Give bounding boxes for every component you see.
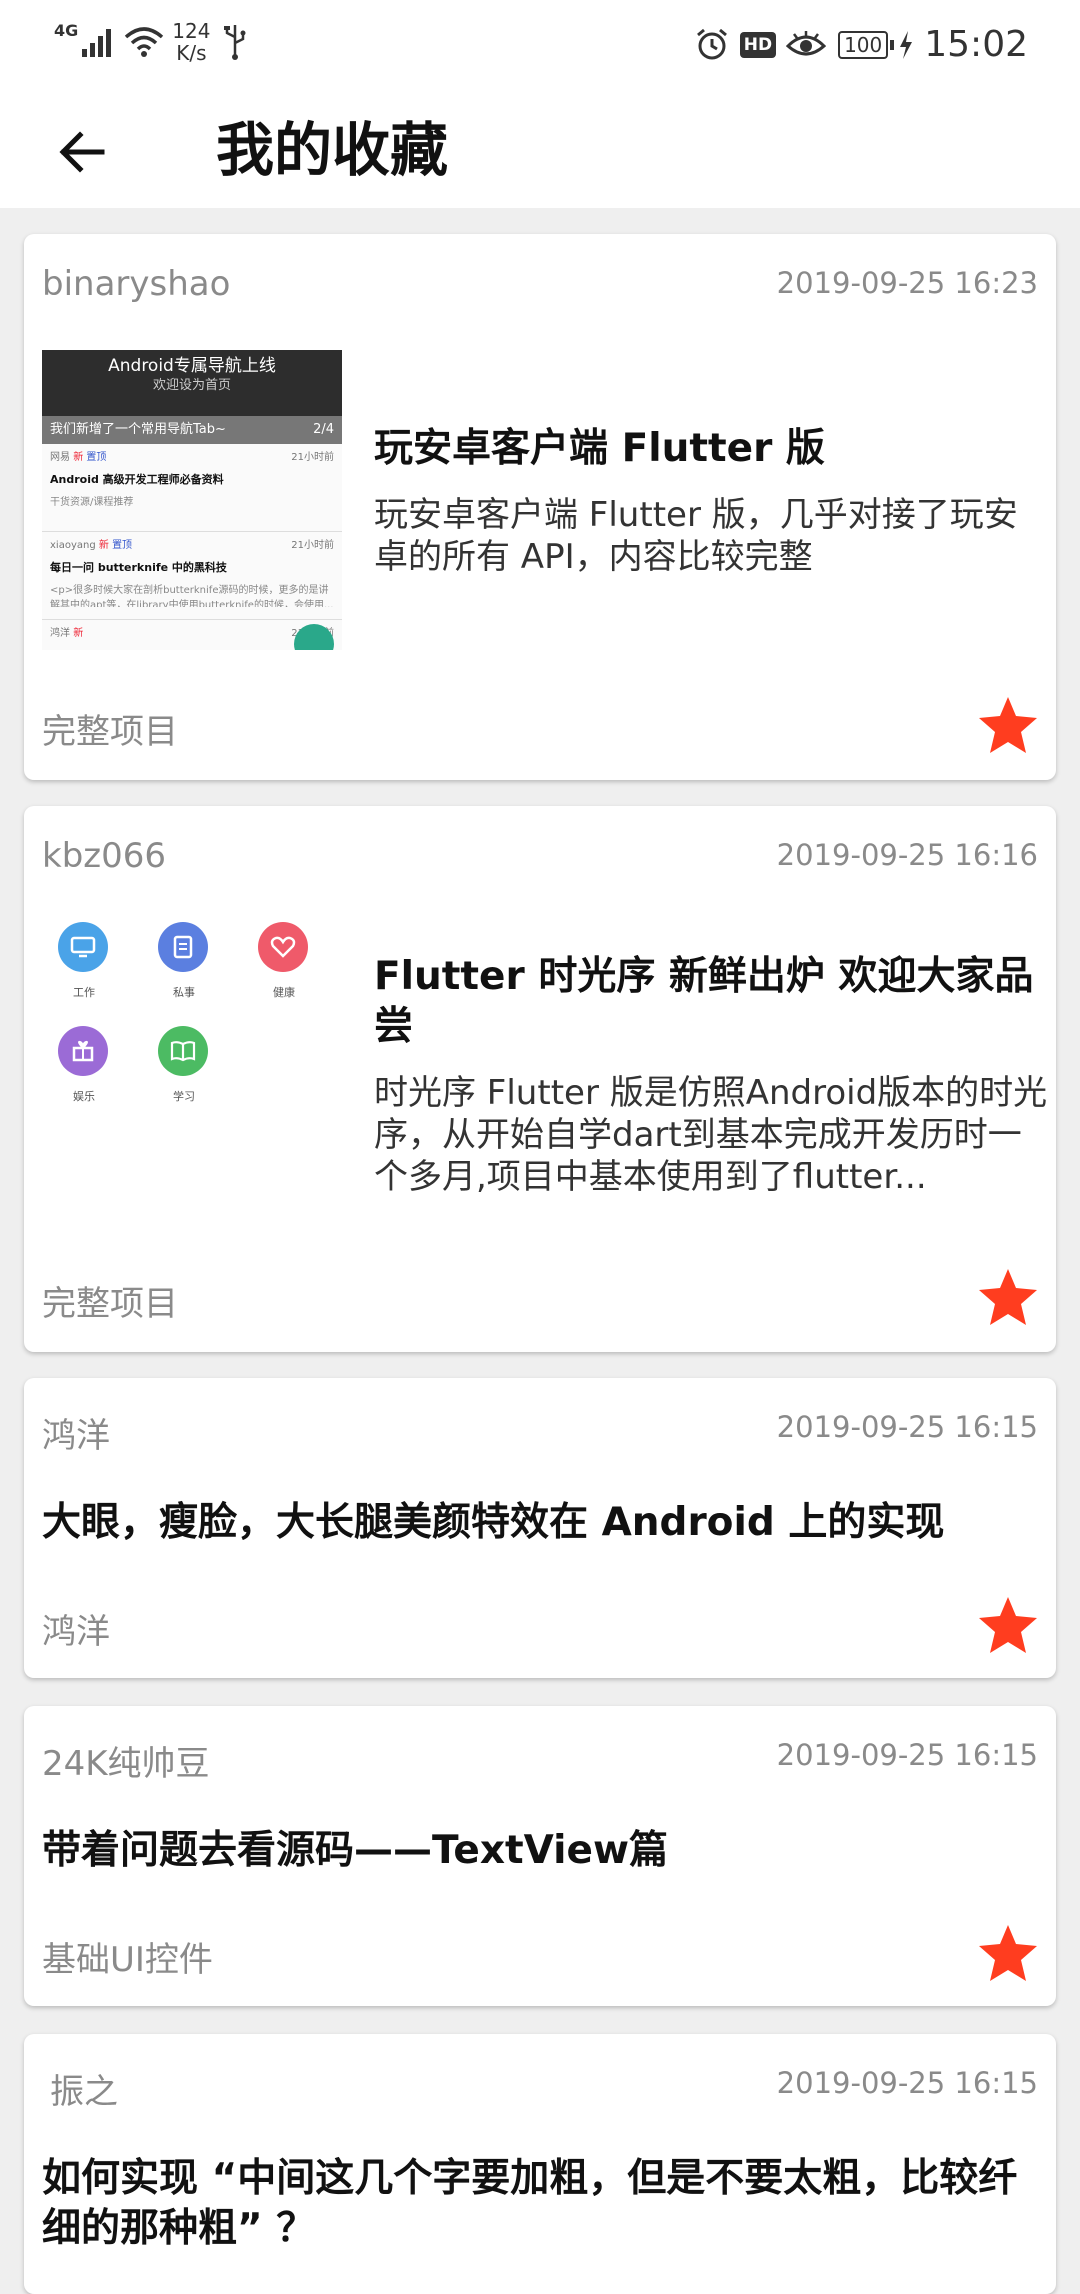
collect-card[interactable]: 鸿洋 2019-09-25 16:15 大眼，瘦脸，大长腿美颜特效在 Andro… <box>24 1378 1056 1678</box>
signal-icon <box>82 29 112 57</box>
card-author: 振之 <box>50 2072 118 2112</box>
arrow-left-icon <box>59 131 105 173</box>
clock: 15:02 <box>924 24 1028 65</box>
card-description: 时光序 Flutter 版是仿照Android版本的时光序，从开始自学dart到… <box>374 1073 1048 1197</box>
star-icon[interactable] <box>976 694 1040 758</box>
page-title: 我的收藏 <box>216 116 449 184</box>
network-speed: 124 K/s <box>172 19 211 65</box>
alarm-icon <box>696 28 727 59</box>
card-date: 2019-09-25 16:23 <box>776 266 1038 300</box>
card-chapter: 完整项目 <box>42 1284 178 1324</box>
collect-card[interactable]: binaryshao 2019-09-25 16:23 Android专属导航上… <box>24 234 1056 780</box>
card-chapter: 鸿洋 <box>42 1612 110 1652</box>
status-bar: 4G 124 K/s HD 100 15:02 <box>0 0 1080 92</box>
charging-icon <box>900 30 913 59</box>
wifi-icon <box>125 27 164 57</box>
network-type: 4G <box>54 20 79 40</box>
heart-icon <box>258 922 308 972</box>
document-icon <box>158 922 208 972</box>
gift-icon <box>58 1026 108 1076</box>
star-icon[interactable] <box>976 1266 1040 1330</box>
card-date: 2019-09-25 16:15 <box>776 1410 1038 1444</box>
project-thumbnail: Android专属导航上线 欢迎设为首页 我们新增了一个常用导航Tab~ 2/4 … <box>42 350 342 650</box>
back-button[interactable] <box>44 114 120 190</box>
star-icon[interactable] <box>976 1922 1040 1986</box>
hd-badge: HD <box>739 31 777 58</box>
card-author: kbz066 <box>42 836 167 876</box>
card-date: 2019-09-25 16:15 <box>776 2066 1038 2100</box>
card-date: 2019-09-25 16:16 <box>776 838 1038 872</box>
card-author: binaryshao <box>42 264 231 304</box>
star-icon[interactable] <box>976 1594 1040 1658</box>
battery-indicator: 100 <box>838 30 895 59</box>
collect-card[interactable]: kbz066 2019-09-25 16:16 工作 私事 健康 娱乐 学习 F… <box>24 806 1056 1352</box>
card-chapter: 基础UI控件 <box>42 1940 213 1980</box>
app-bar: 我的收藏 <box>0 92 1080 208</box>
card-date: 2019-09-25 16:15 <box>776 1738 1038 1772</box>
card-chapter: 完整项目 <box>42 712 178 752</box>
card-author: 24K纯帅豆 <box>42 1744 210 1784</box>
card-title[interactable]: 玩安卓客户端 Flutter 版 <box>374 424 1039 474</box>
monitor-icon <box>58 922 108 972</box>
usb-icon <box>224 25 246 60</box>
book-icon <box>158 1026 208 1076</box>
card-title[interactable]: Flutter 时光序 新鲜出炉 欢迎大家品尝 <box>374 952 1054 1052</box>
eye-icon <box>786 30 827 55</box>
card-title[interactable]: 带着问题去看源码——TextView篇 <box>42 1826 1042 1876</box>
card-author: 鸿洋 <box>42 1416 110 1456</box>
project-thumbnail: 工作 私事 健康 娱乐 学习 <box>42 922 342 1222</box>
collect-card[interactable]: 振之 2019-09-25 16:15 如何实现 “中间这几个字要加粗，但是不要… <box>24 2034 1056 2294</box>
collect-card[interactable]: 24K纯帅豆 2019-09-25 16:15 带着问题去看源码——TextVi… <box>24 1706 1056 2006</box>
card-title[interactable]: 大眼，瘦脸，大长腿美颜特效在 Android 上的实现 <box>42 1498 1042 1548</box>
card-title[interactable]: 如何实现 “中间这几个字要加粗，但是不要太粗，比较纤细的那种粗” ？ <box>42 2154 1052 2254</box>
card-description: 玩安卓客户端 Flutter 版，几乎对接了玩安卓的所有 API，内容比较完整 <box>374 495 1018 577</box>
